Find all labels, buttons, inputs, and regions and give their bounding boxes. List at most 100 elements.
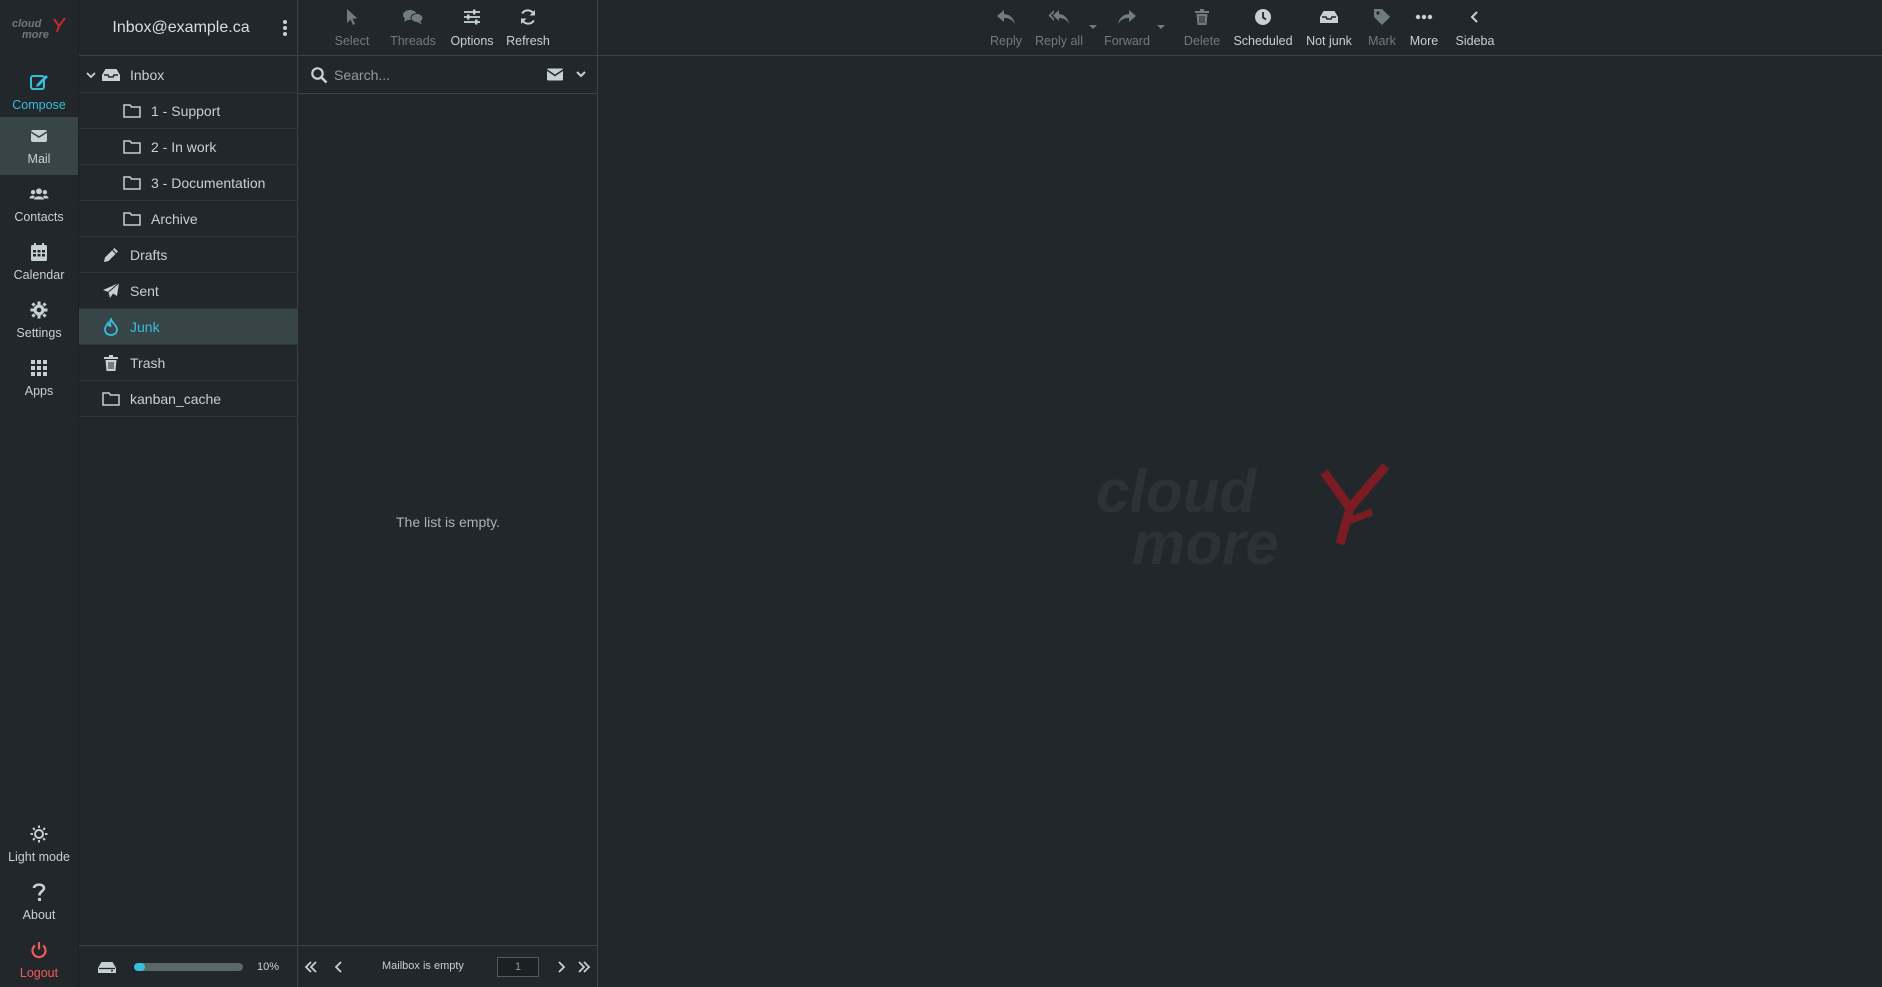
app-nav-rail: cloud more Compose Mail Contacts Calenda… [0,0,79,987]
tag-icon [1371,6,1393,28]
folder-label: kanban_cache [130,390,222,407]
watermark-line2: more [1132,510,1279,572]
reply-all-button[interactable]: Reply all [1032,6,1086,52]
folder-junk[interactable]: Junk [79,309,298,345]
folder-icon [101,389,121,409]
settings-button[interactable]: Settings [0,291,78,349]
folder-inbox[interactable]: Inbox [79,57,298,93]
next-page-icon[interactable] [554,960,568,974]
reply-label: Reply [990,34,1022,48]
account-name: Inbox@example.ca [112,18,250,36]
message-toolbar: Reply Reply all Forward Delete Scheduled… [598,0,1882,56]
last-page-icon[interactable] [577,960,591,974]
paper-plane-icon [101,281,121,301]
not-junk-button[interactable]: Not junk [1304,6,1354,52]
list-pager: Mailbox is empty [298,945,598,987]
folder-label: Drafts [130,246,168,263]
forward-dropdown-icon[interactable] [1156,24,1166,30]
folder-label: Trash [130,354,166,371]
sun-icon [29,824,49,844]
sliders-icon [461,6,483,28]
folder-documentation[interactable]: 3 - Documentation [79,165,298,201]
sidebar-toggle-button[interactable]: Sideba [1452,6,1498,52]
apps-button[interactable]: Apps [0,349,78,407]
compose-icon [29,72,49,92]
account-menu-icon[interactable] [281,18,289,38]
calendar-button[interactable]: Calendar [0,233,78,291]
folder-label: 3 - Documentation [151,174,266,191]
hard-drive-icon [97,960,117,974]
threads-label: Threads [390,34,436,48]
search-bar [298,56,597,94]
select-button[interactable]: Select [335,6,369,52]
search-scope-envelope-icon[interactable] [546,67,564,82]
chevron-down-icon[interactable] [575,69,587,79]
chevron-left-icon [1464,6,1486,28]
comments-icon [402,6,424,28]
logout-button[interactable]: Logout [0,931,78,987]
chevron-down-icon[interactable] [85,69,97,81]
light-mode-label: Light mode [8,850,70,864]
message-view-panel: Reply Reply all Forward Delete Scheduled… [598,0,1882,987]
folder-icon [122,101,142,121]
search-input[interactable] [334,64,534,86]
mark-button[interactable]: Mark [1364,6,1400,52]
folder-support[interactable]: 1 - Support [79,93,298,129]
previous-page-icon[interactable] [332,960,346,974]
folder-drafts[interactable]: Drafts [79,237,298,273]
refresh-button[interactable]: Refresh [505,6,551,52]
pencil-icon [101,245,121,265]
quota-bar [134,962,243,971]
forward-button[interactable]: Forward [1102,6,1152,52]
trash-icon [1191,6,1213,28]
mail-button[interactable]: Mail [0,117,78,175]
folder-trash[interactable]: Trash [79,345,298,381]
pager-status: Mailbox is empty [382,960,464,972]
light-mode-button[interactable]: Light mode [0,815,78,873]
message-list-panel: Select Threads Options Refresh Search...… [298,0,598,987]
page-number-input[interactable] [497,957,539,977]
reply-button[interactable]: Reply [988,6,1024,52]
about-label: About [22,908,56,922]
folder-label: 1 - Support [151,102,221,119]
scheduled-button[interactable]: Scheduled [1232,6,1294,52]
compose-button[interactable]: Compose [0,63,78,121]
cursor-icon [341,6,363,28]
list-toolbar: Select Threads Options Refresh [298,0,597,56]
clock-icon [1252,6,1274,28]
apps-label: Apps [24,384,54,398]
folder-archive[interactable]: Archive [79,201,298,237]
folder-label: Archive [151,210,198,227]
forward-icon [1116,6,1138,28]
search-icon [310,66,328,84]
reply-all-dropdown-icon[interactable] [1088,24,1098,30]
contacts-button[interactable]: Contacts [0,175,78,233]
cloudmore-watermark-logo: cloud more [1096,462,1396,572]
delete-button[interactable]: Delete [1182,6,1222,52]
delete-label: Delete [1183,34,1221,48]
reply-all-label: Reply all [1035,34,1083,48]
folder-icon [122,173,142,193]
folder-sent[interactable]: Sent [79,273,298,309]
folder-panel: Inbox@example.ca Inbox 1 - Support 2 - I… [79,0,298,987]
users-icon [29,184,49,204]
more-button[interactable]: More [1406,6,1442,52]
more-label: More [1409,34,1439,48]
forward-label: Forward [1104,34,1150,48]
folder-label: Inbox [130,66,165,83]
sidebar-label: Sideba [1455,34,1495,48]
quota-bar-fill [134,962,145,971]
folder-in-work[interactable]: 2 - In work [79,129,298,165]
envelope-icon [29,126,49,146]
cloudmore-logo[interactable]: cloud more [10,16,69,42]
gear-icon [29,300,49,320]
about-button[interactable]: About [0,873,78,931]
reply-all-icon [1048,6,1070,28]
folder-label: Sent [130,282,159,299]
threads-button[interactable]: Threads [389,6,437,52]
folder-icon [122,209,142,229]
options-button[interactable]: Options [450,6,494,52]
folder-icon [122,137,142,157]
first-page-icon[interactable] [304,960,318,974]
folder-kanban-cache[interactable]: kanban_cache [79,381,298,417]
